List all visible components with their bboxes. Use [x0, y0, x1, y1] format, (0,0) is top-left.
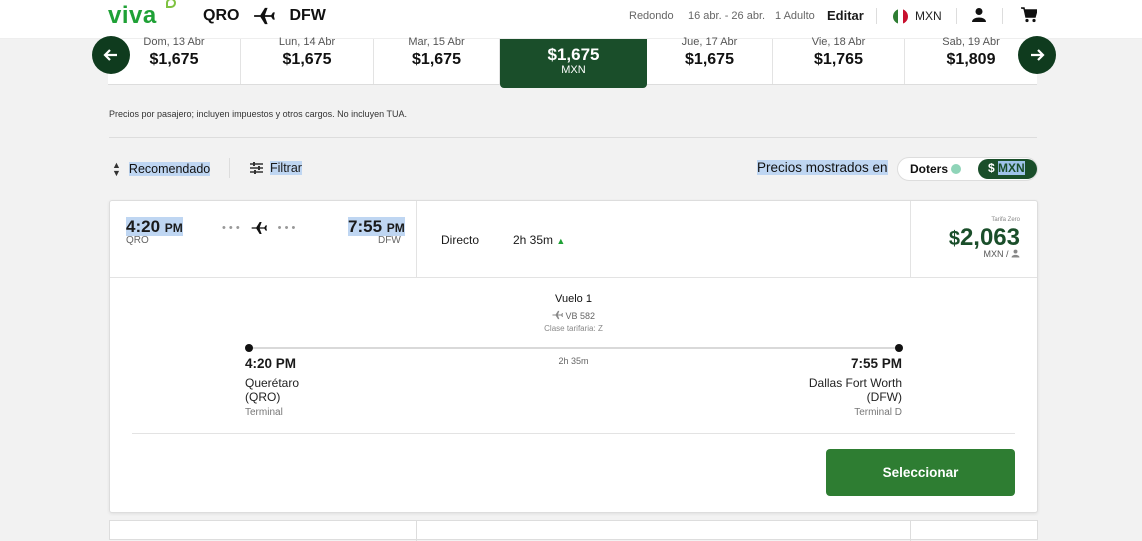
sort-button[interactable]: ▲ ▼ Recomendado	[112, 160, 211, 178]
filter-button[interactable]: Filtrar	[250, 161, 302, 175]
stops-label: Directo	[441, 233, 480, 247]
user-icon	[1011, 249, 1020, 258]
sliders-icon	[250, 162, 263, 174]
flight-card: 4:20 PM QRO • • • • • • 7:55 PM DFW Direc…	[109, 200, 1038, 513]
arrow-left-icon	[103, 49, 117, 61]
date-option[interactable]: Vie, 18 Abr $1,765	[773, 36, 905, 84]
divider	[910, 521, 911, 541]
departure-code: QRO	[126, 235, 149, 246]
cart-icon[interactable]	[1021, 7, 1037, 23]
date-option[interactable]: Mar, 15 Abr $1,675	[374, 36, 500, 84]
toggle-mxn[interactable]: $ MXN	[978, 159, 1037, 179]
divider	[910, 201, 911, 278]
arrow-right-icon	[1031, 49, 1045, 61]
doters-coin-icon	[951, 164, 962, 174]
date-price: $1,675	[685, 51, 734, 68]
divider	[1002, 8, 1003, 24]
next-dates-button[interactable]	[1018, 36, 1056, 74]
flight-price: $2,063	[948, 224, 1020, 251]
next-flight-card[interactable]	[109, 520, 1038, 541]
flag-mexico-icon[interactable]	[893, 9, 908, 24]
arrival-dot	[895, 344, 903, 352]
divider	[132, 433, 1015, 434]
divider	[109, 137, 1037, 138]
date-label: Mar, 15 Abr	[408, 36, 465, 48]
date-price: $1,675	[282, 51, 332, 68]
date-label: Vie, 18 Abr	[811, 36, 866, 48]
flight-summary[interactable]: 4:20 PM QRO • • • • • • 7:55 PM DFW Direc…	[110, 201, 1037, 278]
arrival-info: 7:55 PM Dallas Fort Worth (DFW) Terminal…	[809, 356, 902, 418]
route-dots: • • • • • •	[222, 222, 296, 234]
divider	[416, 521, 417, 541]
filter-label: Filtrar	[270, 161, 302, 175]
date-label: Jue, 17 Abr	[681, 36, 738, 48]
divider	[416, 201, 417, 278]
origin-code: QRO	[203, 7, 240, 24]
fare-name: Tarifa Zero	[991, 217, 1020, 223]
duration-toggle[interactable]: 2h 35m ▲	[513, 233, 565, 247]
route: QRO DFW	[203, 7, 326, 25]
date-option-selected[interactable]: $1,675 MXN	[500, 39, 647, 88]
date-option[interactable]: Jue, 17 Abr $1,675	[647, 36, 773, 84]
divider	[876, 8, 877, 24]
destination-code: DFW	[289, 7, 326, 24]
price-disclaimer: Precios por pasajero; incluyen impuestos…	[109, 109, 407, 119]
fare-class: Clase tarifaria: Z	[544, 324, 603, 333]
divider	[956, 8, 957, 24]
arr-terminal: Terminal D	[854, 407, 902, 418]
edit-search-button[interactable]: Editar	[827, 8, 864, 23]
dep-terminal: Terminal	[245, 407, 283, 418]
date-label: Sab, 19 Abr	[942, 36, 1000, 48]
price-unit: MXN /	[983, 249, 1020, 259]
currency-toggle[interactable]: Doters $ MXN	[897, 157, 1038, 181]
mxn-label: MXN	[998, 161, 1025, 175]
date-label: Lun, 14 Abr	[278, 36, 336, 48]
prices-shown-label: Precios mostrados en	[757, 160, 888, 175]
sort-icon: ▲ ▼	[112, 160, 121, 178]
arrival-code: DFW	[378, 235, 401, 246]
top-bar: viva QRO DFW Redondo 16 abr. - 26 abr. 1…	[0, 0, 1142, 39]
mxn-symbol: $	[988, 161, 995, 175]
currency-selector[interactable]: MXN	[915, 9, 942, 23]
dep-city: Querétaro	[245, 376, 300, 390]
arr-city-code: (DFW)	[866, 390, 902, 404]
chevron-up-icon: ▲	[556, 236, 566, 246]
select-flight-button[interactable]: Seleccionar	[826, 449, 1015, 496]
prev-dates-button[interactable]	[92, 36, 130, 74]
divider	[229, 158, 230, 178]
toggle-doters[interactable]: Doters	[910, 162, 962, 176]
date-price: $1,675	[412, 51, 461, 68]
segment-title: Vuelo 1	[555, 293, 592, 305]
date-option[interactable]: Sab, 19 Abr $1,809	[905, 36, 1037, 84]
duration-label: 2h 35m	[513, 233, 554, 247]
dep-city-code: (QRO)	[245, 390, 281, 404]
arr-city: Dallas Fort Worth	[808, 376, 902, 390]
timeline	[245, 344, 903, 352]
trip-type: Redondo	[629, 10, 674, 22]
user-icon[interactable]	[972, 7, 986, 23]
arrival-time: 7:55 PM	[348, 217, 405, 236]
date-price: $1,675	[547, 45, 600, 64]
arr-time: 7:55 PM	[850, 356, 902, 371]
date-currency: MXN	[561, 64, 586, 76]
doters-label: Doters	[910, 162, 949, 176]
departure-info: 4:20 PM Querétaro (QRO) Terminal	[245, 356, 299, 418]
date-price: $1,765	[814, 51, 863, 68]
departure-time: 4:20 PM	[126, 217, 183, 236]
departure-dot	[245, 344, 253, 352]
dep-time: 4:20 PM	[245, 356, 297, 371]
trip-dates: 16 abr. - 26 abr.	[688, 10, 766, 22]
airplane-icon	[552, 310, 563, 320]
sort-label: Recomendado	[128, 162, 211, 176]
airplane-icon	[251, 222, 267, 234]
flight-number: VB 582	[110, 310, 1037, 321]
viva-logo[interactable]: viva	[108, 0, 176, 30]
passengers: 1 Adulto	[775, 10, 815, 22]
airplane-icon	[254, 7, 276, 25]
date-option[interactable]: Lun, 14 Abr $1,675	[241, 36, 374, 84]
